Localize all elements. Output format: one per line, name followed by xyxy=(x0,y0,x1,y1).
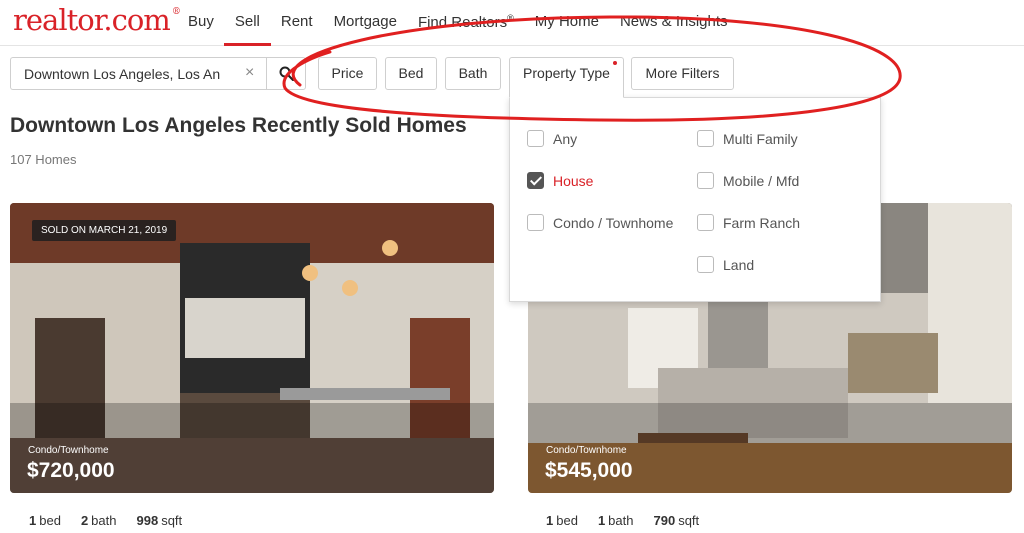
nav-rent[interactable]: Rent xyxy=(281,13,313,46)
sold-date-badge: SOLD ON MARCH 21, 2019 xyxy=(32,220,177,241)
baths-value: 2 xyxy=(80,513,89,528)
option-multi-family[interactable]: Multi Family xyxy=(697,130,798,147)
listing-type: Condo/Townhome xyxy=(28,445,109,456)
nav-find-realtors-mark: ® xyxy=(507,13,514,23)
property-type-dropdown: Any House Condo / Townhome Multi Family … xyxy=(509,97,881,302)
checkbox-mobile-mfd[interactable] xyxy=(697,172,714,189)
checkbox-land[interactable] xyxy=(697,256,714,273)
more-filters-button[interactable]: More Filters xyxy=(631,57,734,90)
option-multi-family-label: Multi Family xyxy=(723,130,798,147)
checkbox-any[interactable] xyxy=(527,130,544,147)
sqft-unit: sqft xyxy=(161,513,183,528)
search-value: Downtown Los Angeles, Los An xyxy=(24,66,221,82)
option-condo-townhome-label: Condo / Townhome xyxy=(553,214,674,231)
option-farm-ranch-label: Farm Ranch xyxy=(723,214,801,231)
sqft-value: 790 xyxy=(653,513,676,528)
baths-value: 1 xyxy=(597,513,606,528)
beds-value: 1 xyxy=(29,513,37,528)
sqft-value: 998 xyxy=(136,513,159,528)
property-type-filter-button[interactable]: Property Type xyxy=(509,57,624,98)
listing-price: $720,000 xyxy=(27,459,115,482)
checkbox-condo-townhome[interactable] xyxy=(527,214,544,231)
nav-buy[interactable]: Buy xyxy=(188,13,214,46)
checkbox-multi-family[interactable] xyxy=(697,130,714,147)
beds-value: 1 xyxy=(546,513,554,528)
nav-find-realtors-label: Find Realtors xyxy=(417,14,508,31)
sqft-unit: sqft xyxy=(678,513,700,528)
option-any[interactable]: Any xyxy=(527,130,577,147)
option-farm-ranch[interactable]: Farm Ranch xyxy=(697,214,800,231)
option-any-label: Any xyxy=(553,130,578,147)
nav-mortgage[interactable]: Mortgage xyxy=(334,13,397,46)
nav-my-home[interactable]: My Home xyxy=(535,13,599,46)
beds-stat: 1 bed xyxy=(546,513,578,528)
search-icon xyxy=(279,66,294,81)
option-land[interactable]: Land xyxy=(697,256,754,273)
site-header: realtor.com ® Buy Sell Rent Mortgage Find… xyxy=(0,0,1024,46)
option-mobile-mfd[interactable]: Mobile / Mfd xyxy=(697,172,799,189)
option-condo-townhome[interactable]: Condo / Townhome xyxy=(527,214,673,231)
baths-unit: bath xyxy=(608,513,634,528)
baths-stat: 2 bath xyxy=(81,513,117,528)
beds-unit: bed xyxy=(556,513,578,528)
listing-stats: 1 bed 2 bath 998 sqft xyxy=(29,513,202,528)
option-land-label: Land xyxy=(723,256,755,273)
main-nav: Buy Sell Rent Mortgage Find Realtors® My… xyxy=(188,13,749,46)
beds-stat: 1 bed xyxy=(29,513,61,528)
sqft-stat: 998 sqft xyxy=(136,513,182,528)
option-house[interactable]: House xyxy=(527,172,593,189)
listing-type: Condo/Townhome xyxy=(546,445,627,456)
price-filter-button[interactable]: Price xyxy=(318,57,377,90)
option-mobile-mfd-label: Mobile / Mfd xyxy=(723,172,800,189)
page-title: Downtown Los Angeles Recently Sold Homes xyxy=(10,114,467,137)
logo-text: realtor.com xyxy=(13,3,171,37)
baths-unit: bath xyxy=(91,513,117,528)
option-house-label: House xyxy=(553,172,594,189)
sqft-stat: 790 sqft xyxy=(653,513,699,528)
search-button[interactable] xyxy=(266,57,306,90)
bath-filter-button[interactable]: Bath xyxy=(445,57,501,90)
listing-card[interactable]: SOLD ON MARCH 21, 2019 Condo/Townhome $7… xyxy=(10,203,494,493)
checkbox-house[interactable] xyxy=(527,172,544,189)
nav-sell[interactable]: Sell xyxy=(223,13,271,46)
baths-stat: 1 bath xyxy=(598,513,634,528)
home-count: 107 Homes xyxy=(10,152,77,167)
nav-news-insights[interactable]: News & Insights xyxy=(620,13,728,46)
property-type-label: Property Type xyxy=(523,65,610,81)
clear-icon[interactable]: × xyxy=(245,64,254,82)
checkbox-farm-ranch[interactable] xyxy=(697,214,714,231)
nav-find-realtors[interactable]: Find Realtors® xyxy=(418,13,514,46)
realtor-logo[interactable]: realtor.com ® xyxy=(13,3,181,37)
active-filter-dot xyxy=(613,61,617,65)
location-search-input[interactable]: Downtown Los Angeles, Los An × xyxy=(10,57,266,90)
listing-price: $545,000 xyxy=(545,459,633,482)
beds-unit: bed xyxy=(39,513,61,528)
listing-stats: 1 bed 1 bath 790 sqft xyxy=(546,513,719,528)
bed-filter-button[interactable]: Bed xyxy=(385,57,437,90)
logo-registered-mark: ® xyxy=(171,7,181,17)
